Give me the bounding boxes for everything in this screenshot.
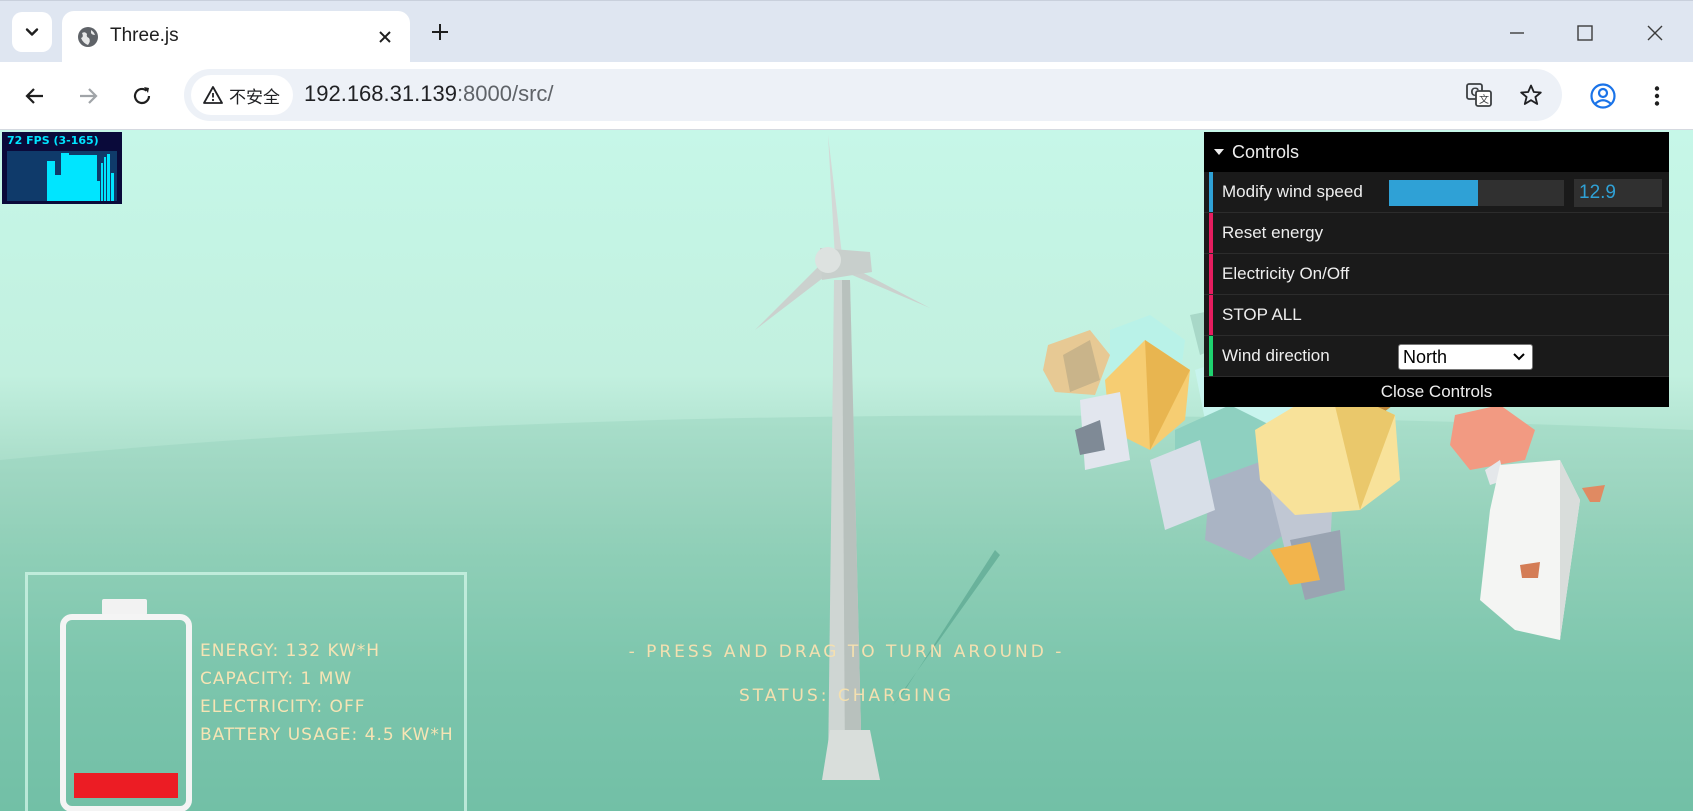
- threejs-canvas[interactable]: 72 FPS (3-165) Controls Modify wind spee…: [0, 130, 1693, 811]
- translate-icon: G 文: [1466, 83, 1492, 107]
- fps-bars: [47, 153, 114, 201]
- reload-button[interactable]: [122, 76, 162, 116]
- svg-text:文: 文: [1479, 93, 1489, 106]
- wind-direction-select[interactable]: North: [1398, 344, 1533, 370]
- wind-direction-value: North: [1403, 347, 1448, 367]
- close-icon: [1647, 25, 1663, 41]
- forward-button[interactable]: [68, 76, 108, 116]
- fps-readout: 72 FPS (3-165): [7, 134, 99, 147]
- wind-speed-row: Modify wind speed 12.9: [1204, 172, 1669, 213]
- arrow-right-icon: [80, 88, 98, 104]
- row-accent: [1209, 254, 1213, 294]
- row-accent: [1209, 172, 1213, 212]
- battery-level: [74, 773, 178, 798]
- tab-active[interactable]: Three.js: [62, 11, 410, 63]
- caret-down-icon: [1214, 149, 1224, 155]
- tab-close-button[interactable]: [372, 24, 398, 50]
- reload-icon: [133, 87, 151, 105]
- translate-button[interactable]: G 文: [1464, 80, 1494, 110]
- url-host: 192.168.31.139: [304, 81, 457, 106]
- tab-title: Three.js: [110, 25, 179, 46]
- row-accent: [1209, 336, 1213, 376]
- wind-speed-input[interactable]: 12.9: [1574, 179, 1662, 207]
- maximize-icon: [1577, 25, 1593, 41]
- wind-direction-label: Wind direction: [1222, 346, 1330, 365]
- stop-all-label: STOP ALL: [1222, 305, 1302, 324]
- electricity-toggle-button[interactable]: Electricity On/Off: [1204, 254, 1669, 295]
- new-tab-button[interactable]: [425, 17, 455, 47]
- battery-usage-text: BATTERY USAGE: 4.5 KW*H: [200, 725, 454, 745]
- chevron-down-icon: [25, 28, 39, 36]
- controls-title-bar[interactable]: Controls: [1204, 132, 1669, 172]
- address-bar[interactable]: 不安全 192.168.31.139:8000/src/ G 文: [184, 69, 1562, 121]
- wind-speed-slider-fill: [1389, 180, 1479, 206]
- arrow-left-icon: [25, 88, 43, 104]
- stop-all-button[interactable]: STOP ALL: [1204, 295, 1669, 336]
- wind-speed-label: Modify wind speed: [1222, 182, 1363, 201]
- account-icon: [1590, 83, 1616, 109]
- reset-energy-label: Reset energy: [1222, 223, 1324, 242]
- more-vert-icon: [1654, 86, 1660, 106]
- menu-button[interactable]: [1637, 76, 1677, 116]
- row-accent: [1209, 295, 1213, 335]
- url-path: :8000/src/: [456, 81, 554, 106]
- controls-panel: Controls Modify wind speed 12.9 Reset en…: [1204, 132, 1669, 407]
- controls-title: Controls: [1232, 141, 1300, 162]
- close-controls-button[interactable]: Close Controls: [1204, 377, 1669, 407]
- reset-energy-button[interactable]: Reset energy: [1204, 213, 1669, 254]
- security-label: 不安全: [229, 87, 280, 108]
- bookmark-button[interactable]: [1516, 80, 1546, 110]
- electricity-label: Electricity On/Off: [1222, 264, 1350, 283]
- profile-button[interactable]: [1583, 76, 1623, 116]
- maximize-button[interactable]: [1567, 15, 1603, 51]
- row-accent: [1209, 213, 1213, 253]
- url-text[interactable]: 192.168.31.139:8000/src/: [304, 81, 554, 107]
- fps-graph: [7, 151, 117, 201]
- status-text: STATUS: CHARGING: [738, 686, 955, 706]
- window-close-button[interactable]: [1637, 15, 1673, 51]
- chevron-down-icon: [1513, 353, 1525, 361]
- security-chip[interactable]: 不安全: [191, 75, 293, 115]
- minimize-icon: [1510, 32, 1524, 34]
- wind-speed-slider[interactable]: [1389, 180, 1564, 206]
- battery-cap: [102, 599, 147, 615]
- warning-icon: [203, 86, 223, 104]
- globe-icon: [78, 27, 98, 47]
- back-button[interactable]: [15, 76, 55, 116]
- star-icon: [1520, 84, 1542, 105]
- minimize-button[interactable]: [1499, 15, 1535, 51]
- browser-toolbar: 不安全 192.168.31.139:8000/src/ G 文: [0, 62, 1693, 130]
- tab-search-button[interactable]: [12, 12, 52, 52]
- plus-icon: [432, 24, 448, 40]
- tab-strip: Three.js: [0, 0, 1693, 63]
- fps-stats-panel[interactable]: 72 FPS (3-165): [2, 132, 122, 204]
- close-icon: [379, 31, 391, 43]
- drag-hint: - PRESS AND DRAG TO TURN AROUND -: [628, 642, 1065, 662]
- wind-direction-row: Wind direction North: [1204, 336, 1669, 377]
